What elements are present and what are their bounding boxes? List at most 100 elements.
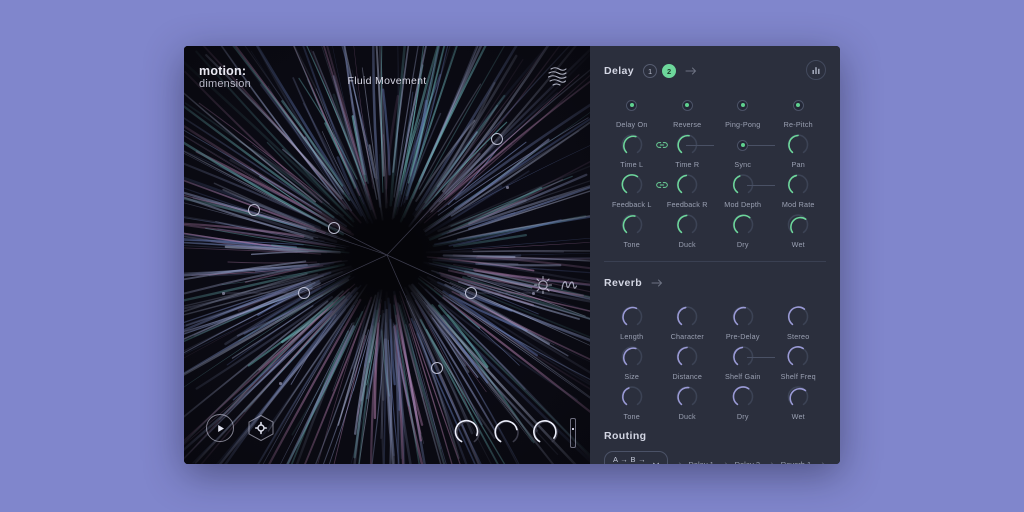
knob[interactable] [619,344,645,370]
delay-row-toggles: Delay On Reverse Ping-Pong Re-Pitch [604,92,826,132]
knob[interactable] [785,172,811,198]
node-handle[interactable] [328,222,340,234]
knob[interactable] [785,304,811,330]
link-icon[interactable] [656,140,668,150]
brightness-icon[interactable] [532,274,554,296]
node-handle[interactable] [491,133,503,145]
level-slider[interactable] [570,418,576,448]
node-handle[interactable] [465,287,477,299]
control-shelf-gain[interactable]: Shelf Gain [715,344,771,381]
macro-knob-2[interactable] [492,418,522,448]
visualizer-panel[interactable]: motion: dimension Fluid Movement [184,46,590,464]
knob[interactable] [730,304,756,330]
transport-controls[interactable] [206,414,276,442]
control-label: Sync [734,160,752,169]
reverb-row-shelf: Size Distance Shelf Gain Shelf Freq [604,344,826,384]
knob[interactable] [619,384,645,410]
reverb-row-mix: Tone Duck Dry Wet [604,384,826,424]
visualizer-tools[interactable] [532,274,580,309]
node-handle[interactable] [298,287,310,299]
knob[interactable] [674,212,700,238]
control-reverb-wet[interactable]: Wet [771,384,827,421]
knob[interactable] [619,172,645,198]
routing-step-delay-1[interactable]: Delay 1 [688,460,713,465]
control-distance[interactable]: Distance [660,344,716,381]
routing-preset-dropdown[interactable]: A → B → C [604,451,668,464]
settings-button[interactable] [246,414,276,442]
control-label: Reverse [673,120,702,129]
analyzer-button[interactable] [806,60,826,80]
delay-tabs[interactable]: 1 2 [643,64,677,78]
control-label: Tone [623,412,640,421]
signature-m-icon[interactable] [558,274,580,296]
control-re-pitch[interactable]: Re-Pitch [771,92,827,129]
arrow-out-icon[interactable] [651,278,665,288]
control-label: Wet [791,240,805,249]
knob[interactable] [619,132,645,158]
delay-section-header: Delay 1 2 [604,60,826,82]
knob[interactable] [785,384,811,410]
control-time-l[interactable]: Time L [604,132,660,169]
node-handle[interactable] [431,362,443,374]
macro-knob-1[interactable] [453,418,483,448]
led-toggle[interactable] [681,99,693,111]
control-reverb-tone[interactable]: Tone [604,384,660,421]
control-time-r[interactable]: Time R [660,132,716,169]
control-delay-on[interactable]: Delay On [604,92,660,129]
link-icon[interactable] [656,180,668,190]
control-label: Feedback R [666,200,708,209]
chevron-down-icon [652,462,659,464]
control-delay-wet[interactable]: Wet [771,212,827,249]
knob[interactable] [785,132,811,158]
node-handle[interactable] [248,204,260,216]
knob[interactable] [785,212,811,238]
knob[interactable] [785,344,811,370]
arrow-out-icon[interactable] [685,66,699,76]
control-reverse[interactable]: Reverse [660,92,716,129]
control-label: Pre-Delay [725,332,760,341]
control-mod-rate[interactable]: Mod Rate [771,172,827,209]
control-mod-depth[interactable]: Mod Depth [715,172,771,209]
knob[interactable] [619,212,645,238]
led-toggle[interactable] [626,99,638,111]
delay-tab-1[interactable]: 1 [643,64,658,78]
delay-tab-2[interactable]: 2 [662,64,677,78]
macro-knob-group[interactable] [453,418,576,448]
routing-step-delay-2[interactable]: Delay 2 [735,460,760,465]
control-shelf-freq[interactable]: Shelf Freq [771,344,827,381]
macro-knob-3[interactable] [531,418,561,448]
knob[interactable] [674,344,700,370]
control-reverb-duck[interactable]: Duck [660,384,716,421]
control-character[interactable]: Character [660,304,716,341]
reverb-section-header: Reverb [604,272,826,294]
led-toggle[interactable] [792,99,804,111]
knob[interactable] [730,212,756,238]
control-size[interactable]: Size [604,344,660,381]
control-reverb-dry[interactable]: Dry [715,384,771,421]
control-label: Mod Rate [781,200,815,209]
control-label: Feedback L [611,200,652,209]
control-sync[interactable]: Sync [715,132,771,169]
play-button[interactable] [206,414,234,442]
control-length[interactable]: Length [604,304,660,341]
knob[interactable] [674,304,700,330]
control-stereo[interactable]: Stereo [771,304,827,341]
control-label: Tone [623,240,640,249]
knob[interactable] [674,384,700,410]
control-delay-duck[interactable]: Duck [660,212,716,249]
gear-hex-icon [248,414,274,442]
control-ping-pong[interactable]: Ping-Pong [715,92,771,129]
knob[interactable] [674,172,700,198]
control-feedback-r[interactable]: Feedback R [660,172,716,209]
control-label: Size [624,372,640,381]
node-link-lines [224,138,534,369]
knob[interactable] [619,304,645,330]
led-toggle[interactable] [737,99,749,111]
control-pan[interactable]: Pan [771,132,827,169]
control-delay-tone[interactable]: Tone [604,212,660,249]
control-feedback-l[interactable]: Feedback L [604,172,660,209]
control-delay-dry[interactable]: Dry [715,212,771,249]
control-pre-delay[interactable]: Pre-Delay [715,304,771,341]
knob[interactable] [730,384,756,410]
routing-step-reverb-1[interactable]: Reverb 1 [781,460,811,465]
